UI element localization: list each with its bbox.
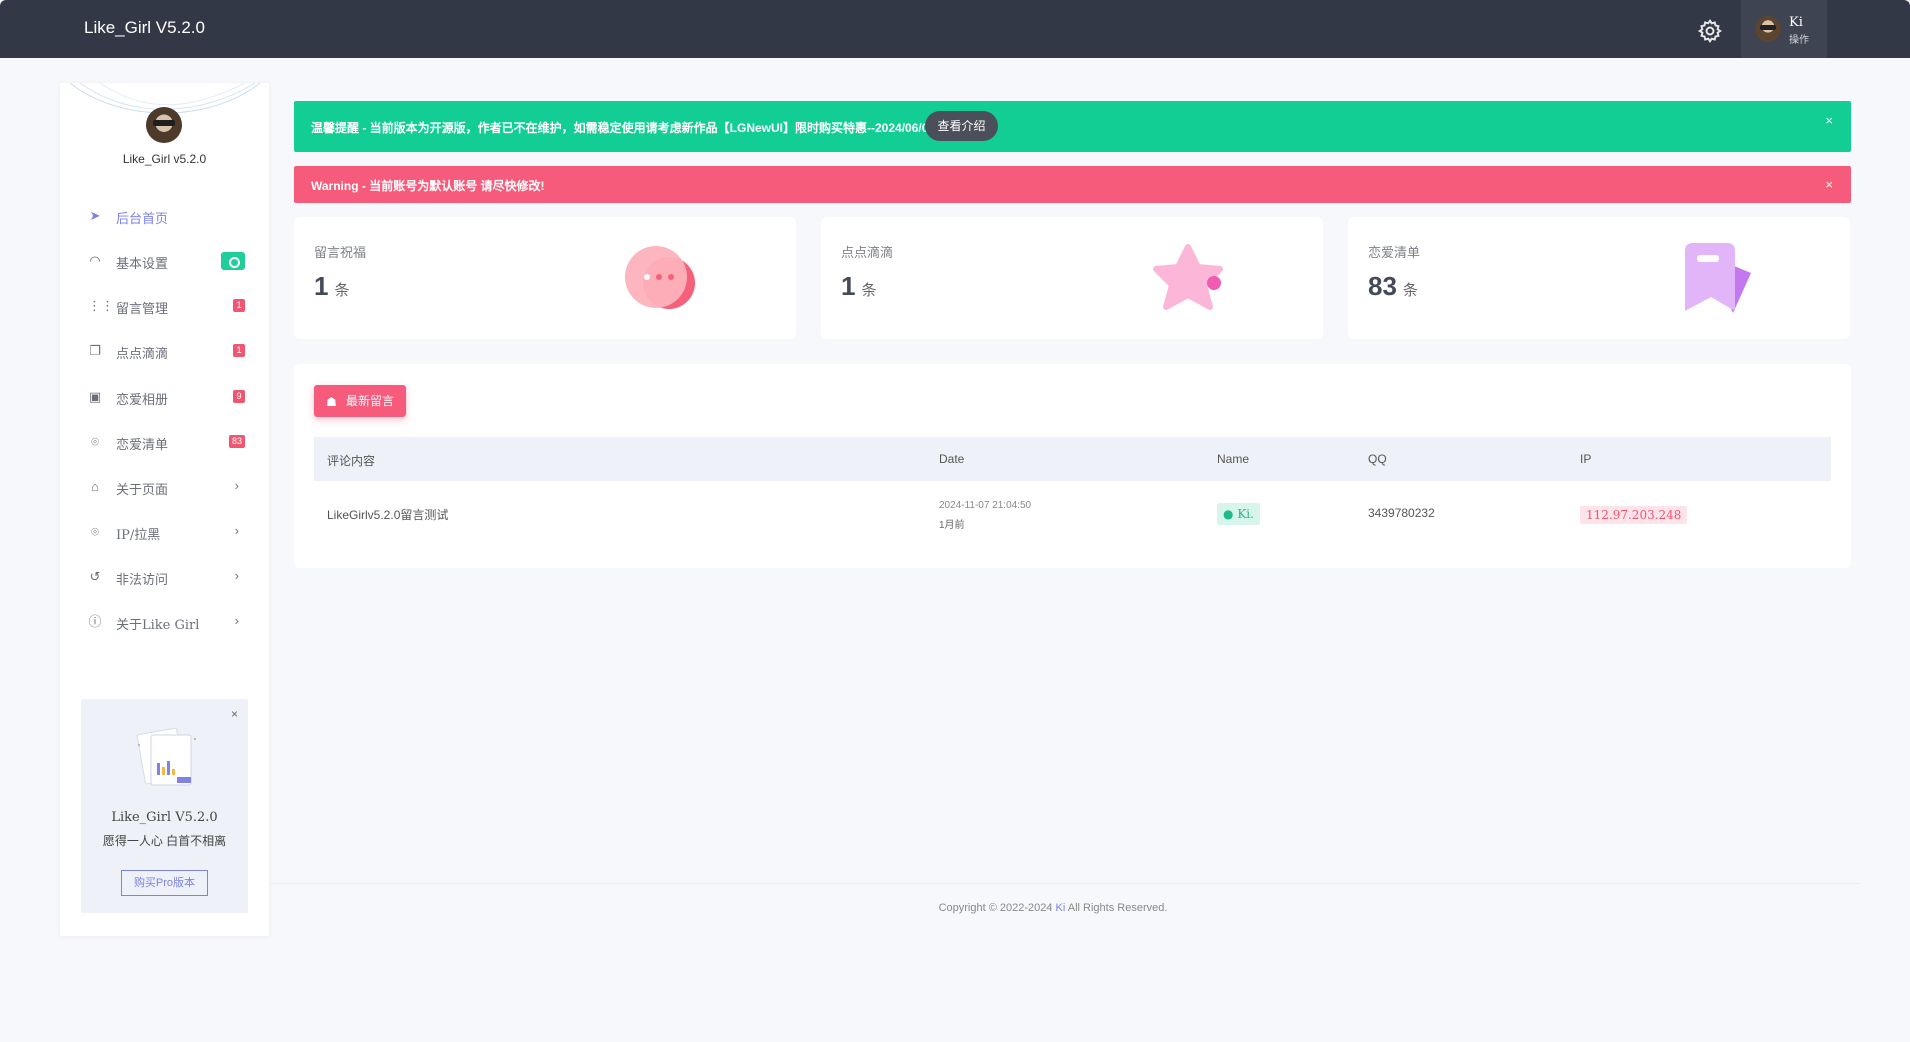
stat-label: 留言祝福 (314, 246, 367, 261)
message-relative-date: 1月前 (939, 520, 965, 531)
stat-label: 恋爱清单 (1368, 246, 1421, 261)
column-header: QQ (1368, 452, 1387, 466)
camera-icon: ▣ (88, 389, 102, 404)
sidebar-item-messages[interactable]: ⋮⋮ 留言管理 1 (60, 291, 269, 321)
notice-alert: 温馨提醒 - 当前版本为开源版，作者已不在维护，如需稳定使用请考虑新作品【LGN… (294, 101, 1851, 152)
warning-text: Warning - 当前账号为默认账号 请尽快修改! (311, 179, 545, 193)
stat-count: 1条 (841, 271, 877, 301)
star-icon (1153, 244, 1223, 310)
sidebar-item-label: 恋爱清单 (116, 438, 169, 453)
grid-icon: ⋮⋮ (88, 298, 114, 313)
sidebar-item-illegal-access[interactable]: ↺ 非法访问 › (60, 562, 269, 592)
count-badge: 83 (228, 435, 245, 448)
chat-bubble-icon (625, 246, 695, 309)
chevron-right-icon: › (234, 478, 239, 493)
user-name: Ki (1789, 15, 1803, 30)
stat-count: 83 条 (1368, 271, 1418, 301)
column-header: IP (1580, 452, 1592, 466)
sidebar-item-label: 恋爱相册 (116, 393, 169, 408)
speedometer-icon: ◠ (89, 253, 101, 268)
stat-count: 1条 (314, 271, 350, 301)
sidebar-title: Like_Girl v5.2.0 (122, 152, 207, 166)
sidebar-avatar[interactable] (146, 107, 182, 143)
info-icon: ⓘ (88, 614, 102, 629)
sidebar-item-label: 非法访问 (116, 573, 169, 588)
sidebar-item-dashboard[interactable]: ➤ 后台首页 (60, 201, 269, 231)
sidebar: Like_Girl v5.2.0 ➤ 后台首页 ◠ 基本设置 ⋮⋮ 留言管理 1… (60, 83, 269, 936)
user-circle-icon: ● (1223, 507, 1234, 521)
report-illustration (136, 727, 196, 786)
sidebar-item-ip-block[interactable]: ⌾ IP/拉黑 › (60, 517, 269, 547)
close-icon[interactable]: × (1825, 177, 1833, 192)
send-icon: ➤ (89, 208, 101, 223)
sidebar-item-love-list[interactable]: ⌾ 恋爱清单 83 (60, 427, 269, 457)
close-icon[interactable]: × (1825, 113, 1833, 128)
column-header: 评论内容 (327, 454, 376, 468)
promo-subtitle: 愿得一人心 白首不相离 (102, 834, 227, 848)
promo-title: Like_Girl V5.2.0 (111, 810, 218, 825)
sidebar-item-about-page[interactable]: ⌂ 关于页面 › (60, 472, 269, 502)
sidebar-item-label: 关于页面 (116, 483, 169, 498)
user-menu[interactable]: Ki 操作 (1741, 0, 1827, 58)
message-content: LikeGirlv5.2.0留言测试 (327, 508, 449, 522)
sidebar-item-label: 后台首页 (116, 212, 169, 227)
sidebar-item-about-like-girl[interactable]: ⓘ 关于Like Girl › (60, 607, 269, 637)
chevron-right-icon: › (234, 568, 239, 583)
copy-icon: ❐ (89, 343, 101, 358)
brand-title[interactable]: Like_Girl V5.2.0 (84, 18, 205, 38)
stat-card-love-list: 恋爱清单 83 条 (1348, 217, 1850, 339)
chevron-right-icon: › (234, 523, 239, 538)
promo-close-icon[interactable]: × (231, 707, 238, 721)
sidebar-item-label: 关于Like Girl (116, 618, 200, 633)
user-avatar (1755, 16, 1781, 42)
chevron-right-icon: › (234, 613, 239, 628)
location-icon: ⌾ (91, 524, 99, 539)
table-header: 评论内容 Date Name QQ IP (314, 437, 1831, 481)
message-qq: 3439780232 (1368, 506, 1435, 520)
view-intro-button[interactable]: 查看介绍 (925, 111, 998, 141)
sidebar-item-album[interactable]: ▣ 恋爱相册 9 (60, 382, 269, 412)
sidebar-item-label: 基本设置 (116, 257, 169, 272)
map-pin-icon: ⌾ (91, 434, 99, 449)
count-badge: 1 (233, 299, 245, 312)
column-header: Name (1217, 452, 1250, 466)
stat-card-messages: 留言祝福 1条 (294, 217, 796, 339)
sidebar-item-label: 留言管理 (116, 302, 169, 317)
promo-card: × Like_Girl V5.2.0 愿得一人心 白首不相离 购买Pro版本 (81, 699, 248, 913)
count-badge: 1 (233, 344, 245, 357)
sidebar-item-label: 点点滴滴 (116, 347, 169, 362)
footer: Copyright © 2022-2024 Ki All Rights Rese… (938, 902, 1168, 914)
ip-badge: 112.97.203.248 (1580, 506, 1688, 524)
latest-messages-button[interactable]: ☗ 最新留言 (314, 385, 406, 417)
warning-alert: Warning - 当前账号为默认账号 请尽快修改! × (294, 166, 1851, 203)
sidebar-item-basic-settings[interactable]: ◠ 基本设置 (60, 246, 269, 276)
toggle-badge (221, 252, 245, 270)
stat-label: 点点滴滴 (841, 246, 894, 261)
message-date: 2024-11-07 21:04:50 (939, 500, 1032, 511)
tag-icon: ⌂ (91, 479, 99, 494)
sidebar-item-label: IP/拉黑 (116, 528, 161, 543)
stat-card-moments: 点点滴滴 1条 (821, 217, 1323, 339)
bookmark-icon (1685, 243, 1751, 313)
user-role: 操作 (1789, 35, 1809, 46)
name-badge: ● Ki. (1217, 503, 1260, 525)
count-badge: 9 (233, 390, 245, 403)
latest-messages-panel: ☗ 最新留言 评论内容 Date Name QQ IP LikeGirlv5.2… (294, 364, 1851, 568)
column-header: Date (939, 452, 965, 466)
basket-icon: ☗ (326, 395, 337, 409)
buy-pro-button[interactable]: 购买Pro版本 (121, 870, 208, 896)
settings-gear-icon[interactable] (1697, 18, 1723, 44)
history-icon: ↺ (89, 569, 101, 584)
notice-text: 温馨提醒 - 当前版本为开源版，作者已不在维护，如需稳定使用请考虑新作品【LGN… (311, 121, 936, 135)
top-navbar: Like_Girl V5.2.0 Ki 操作 (0, 0, 1910, 58)
sidebar-item-moments[interactable]: ❐ 点点滴滴 1 (60, 336, 269, 366)
footer-divider (270, 883, 1860, 884)
author-link[interactable]: Ki (1056, 902, 1066, 914)
